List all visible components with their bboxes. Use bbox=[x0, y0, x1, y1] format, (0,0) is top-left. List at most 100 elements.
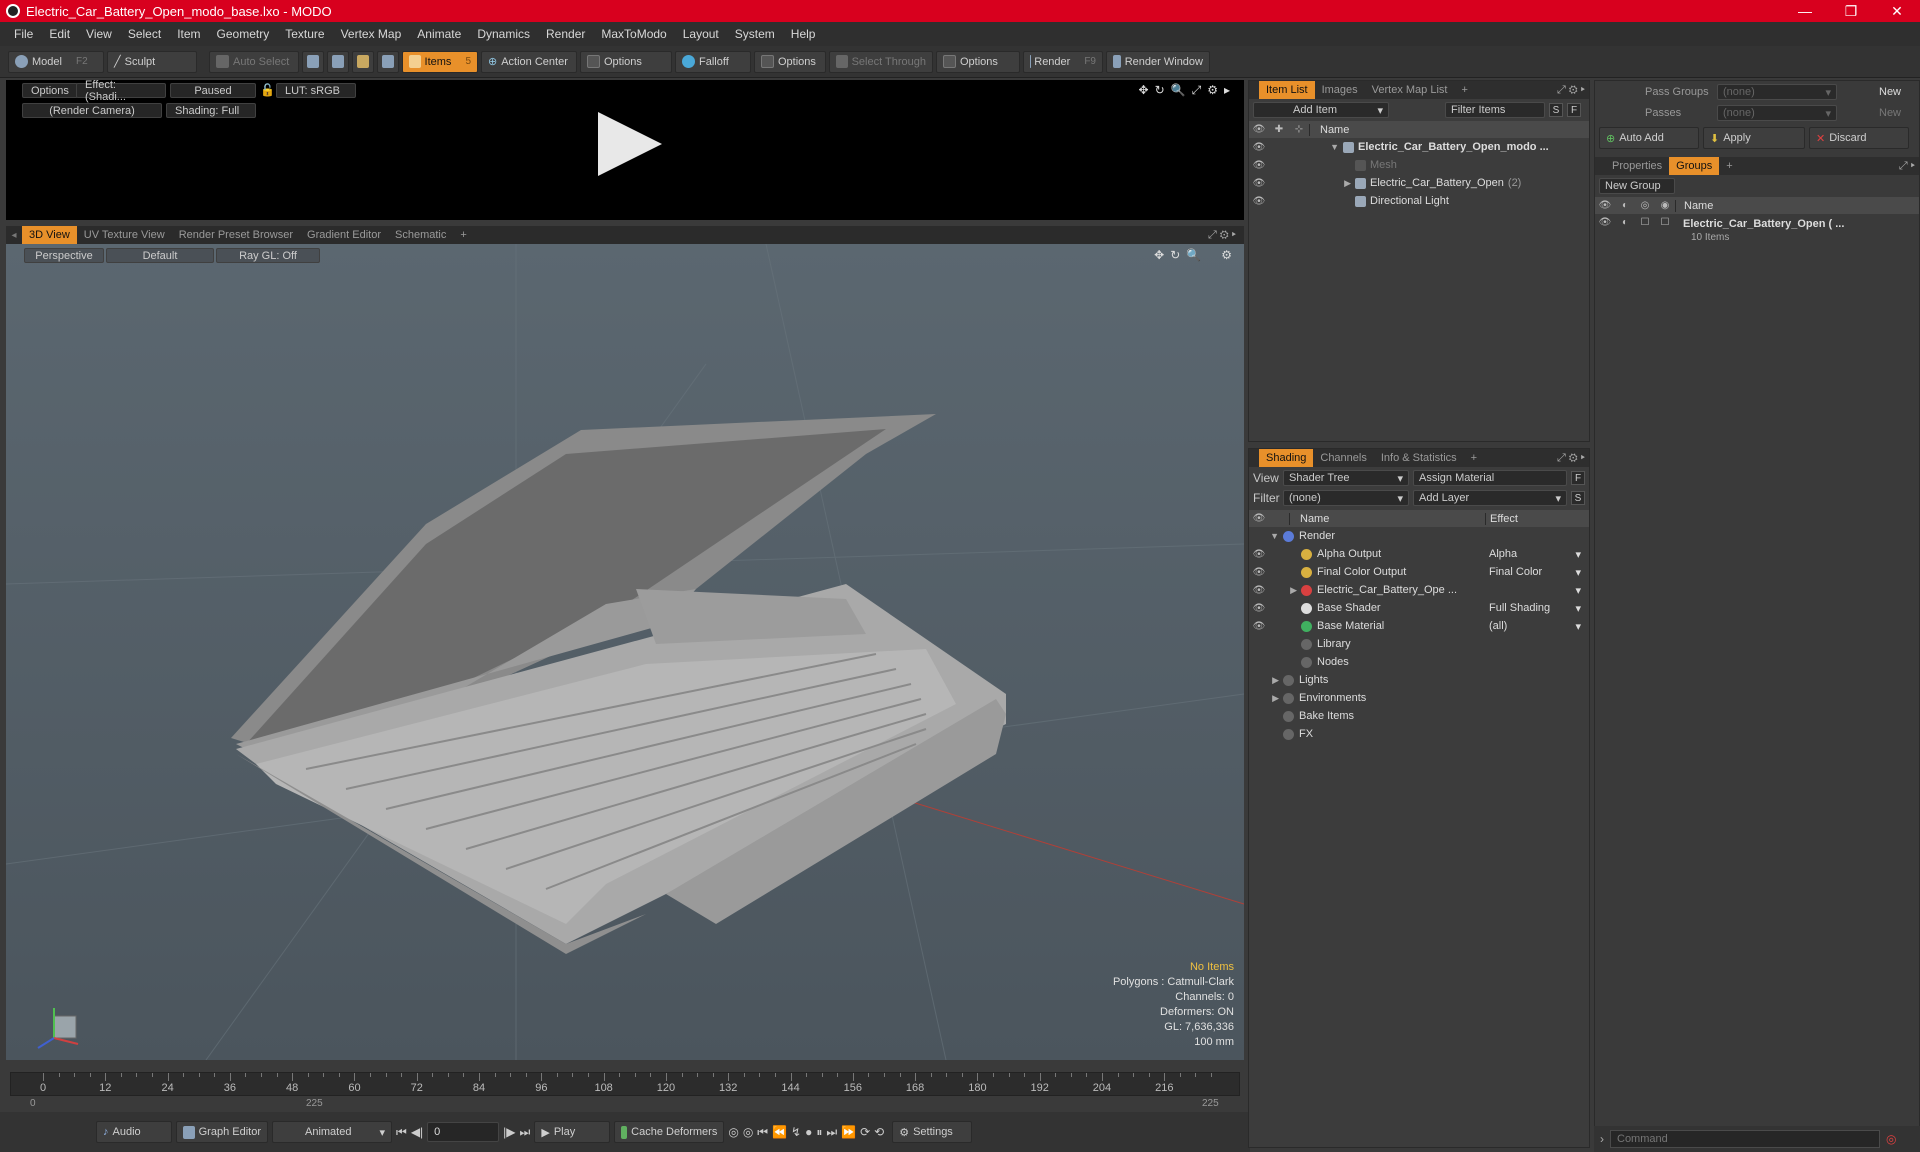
eye-icon[interactable]: 👁 bbox=[1249, 142, 1269, 153]
preview-options-button[interactable]: Options bbox=[22, 83, 78, 98]
menu-file[interactable]: File bbox=[6, 27, 41, 41]
sculpt-mode-button[interactable]: ╱ Sculpt bbox=[107, 50, 197, 73]
render-preview[interactable]: Options Effect: (Shadi... Paused 🔓 LUT: … bbox=[6, 79, 1244, 220]
menu-select[interactable]: Select bbox=[120, 27, 169, 41]
timeline[interactable]: 0 12 24 36 48 60 72 84 96 108 120 132 144 156 168 180 19… bbox=[6, 1068, 1244, 1112]
expand-arrow-icon[interactable]: ▶ bbox=[1269, 675, 1283, 686]
discard-button[interactable]: ✕ Discard bbox=[1809, 127, 1909, 149]
new-pass-group-button[interactable]: New bbox=[1879, 86, 1901, 98]
skip-end-icon[interactable]: ⏭ bbox=[520, 1125, 531, 1140]
shader-tree-row[interactable]: 👁 ▶ Electric_Car_Battery_Ope ... ▾ bbox=[1249, 581, 1589, 599]
render-camera-dropdown[interactable]: (Render Camera) bbox=[22, 103, 162, 118]
close-button[interactable]: ✕ bbox=[1874, 3, 1920, 20]
shader-tree-row[interactable]: ▼ Render bbox=[1249, 527, 1589, 545]
expand-icon[interactable]: ⤢ ⚙ ▸ bbox=[1557, 84, 1585, 97]
add-tab-button[interactable]: + bbox=[1719, 157, 1739, 175]
play-icon[interactable] bbox=[598, 112, 662, 176]
minimize-button[interactable]: — bbox=[1782, 3, 1828, 19]
tab-channels[interactable]: Channels bbox=[1313, 449, 1373, 467]
item-list-row[interactable]: 👁 Mesh bbox=[1249, 156, 1589, 174]
new-group-button[interactable]: New Group bbox=[1599, 178, 1675, 194]
materials-mode-button[interactable] bbox=[377, 50, 399, 73]
add-layer-dropdown[interactable]: Add Layer ▾ bbox=[1413, 490, 1567, 506]
command-input[interactable] bbox=[1610, 1130, 1880, 1148]
eye-icon[interactable]: 👁 bbox=[1249, 585, 1269, 596]
shader-tree-row[interactable]: 👁 Alpha Output Alpha ▾ bbox=[1249, 545, 1589, 563]
falloff-button[interactable]: Falloff bbox=[675, 50, 751, 73]
render-window-button[interactable]: Render Window bbox=[1106, 50, 1210, 73]
tab-gradient-editor[interactable]: Gradient Editor bbox=[300, 226, 388, 244]
maximize-icon[interactable]: ⤢ bbox=[1192, 83, 1202, 98]
add-tab-button[interactable]: + bbox=[453, 226, 473, 244]
tab-info-statistics[interactable]: Info & Statistics bbox=[1374, 449, 1464, 467]
cache-deformers-button[interactable]: Cache Deformers bbox=[614, 1121, 725, 1143]
menu-view[interactable]: View bbox=[78, 27, 120, 41]
menu-vertex-map[interactable]: Vertex Map bbox=[333, 27, 410, 41]
action-center-button[interactable]: ⊕ Action Center bbox=[481, 50, 577, 73]
eye-icon[interactable]: 👁 bbox=[1249, 178, 1269, 189]
frame-input[interactable]: 0 bbox=[427, 1122, 500, 1142]
graph-editor-button[interactable]: Graph Editor bbox=[176, 1121, 268, 1143]
select-through-options-button[interactable]: Options bbox=[936, 50, 1020, 73]
add-tab-button[interactable]: + bbox=[1464, 449, 1484, 467]
shader-tree-row[interactable]: 👁 Final Color Output Final Color ▾ bbox=[1249, 563, 1589, 581]
shader-tree-row[interactable]: ▶ Environments bbox=[1249, 689, 1589, 707]
tab-item-list[interactable]: Item List bbox=[1259, 81, 1315, 99]
eye-icon[interactable]: 👁 bbox=[1249, 160, 1269, 171]
eye-icon[interactable]: 👁 bbox=[1249, 603, 1269, 614]
item-list-row[interactable]: 👁 ▶ Electric_Car_Battery_Open (2) bbox=[1249, 174, 1589, 192]
auto-select-button[interactable]: Auto Select bbox=[209, 50, 299, 73]
menu-help[interactable]: Help bbox=[783, 27, 824, 41]
group-row[interactable]: 👁 ◐ ☐ ☐ Electric_Car_Battery_Open ( ... 10… bbox=[1595, 214, 1919, 243]
shader-tree-row[interactable]: 👁 Base Shader Full Shading ▾ bbox=[1249, 599, 1589, 617]
menu-render[interactable]: Render bbox=[538, 27, 593, 41]
vertices-mode-button[interactable] bbox=[302, 50, 324, 73]
lock-checkbox[interactable]: ☐ bbox=[1635, 217, 1655, 243]
menu-animate[interactable]: Animate bbox=[409, 27, 469, 41]
play-button[interactable]: ▶ Play bbox=[534, 1121, 611, 1143]
action-center-options-button[interactable]: Options bbox=[580, 50, 672, 73]
tab-images[interactable]: Images bbox=[1315, 81, 1365, 99]
zoom-icon[interactable]: 🔍 bbox=[1171, 83, 1186, 98]
stop-icon[interactable]: ◎ bbox=[1886, 1132, 1896, 1146]
tab-groups[interactable]: Groups bbox=[1669, 157, 1720, 175]
effect-dropdown[interactable]: (all) ▾ bbox=[1485, 620, 1581, 633]
effect-dropdown[interactable]: ▾ bbox=[1485, 584, 1581, 597]
menu-edit[interactable]: Edit bbox=[41, 27, 78, 41]
shader-tree-row[interactable]: FX bbox=[1249, 725, 1589, 743]
apply-button[interactable]: ⬇ Apply bbox=[1703, 127, 1805, 149]
expand-arrow-icon[interactable]: ▼ bbox=[1269, 531, 1283, 541]
effect-dropdown[interactable]: Final Color ▾ bbox=[1485, 566, 1581, 579]
expand-icon[interactable]: ⤢ ▸ bbox=[1899, 160, 1915, 173]
eye-icon[interactable]: 👁 bbox=[1249, 549, 1269, 560]
item-list-row[interactable]: 👁 ▼ Electric_Car_Battery_Open_modo ... bbox=[1249, 138, 1589, 156]
effect-dropdown[interactable]: Alpha ▾ bbox=[1485, 548, 1581, 561]
select-through-button[interactable]: Select Through bbox=[829, 50, 933, 73]
settings-button[interactable]: ⚙ Settings bbox=[892, 1121, 973, 1143]
preview-paused-toggle[interactable]: Paused bbox=[170, 83, 256, 98]
lock-icon[interactable]: 🔓 bbox=[260, 83, 275, 97]
items-mode-button[interactable]: Items 5 bbox=[402, 50, 478, 73]
new-pass-button[interactable]: New bbox=[1879, 107, 1901, 119]
expand-arrow-icon[interactable]: ▼ bbox=[1329, 142, 1343, 152]
eye-icon[interactable]: 👁 bbox=[1249, 567, 1269, 578]
auto-add-button[interactable]: ⊕ Auto Add bbox=[1599, 127, 1699, 149]
model-mode-button[interactable]: Model F2 bbox=[8, 50, 104, 73]
filter-items-input[interactable]: Filter Items bbox=[1445, 102, 1545, 118]
step-back-icon[interactable]: ◀| bbox=[411, 1125, 423, 1139]
assign-material-button[interactable]: Assign Material bbox=[1413, 470, 1567, 486]
lut-dropdown[interactable]: LUT: sRGB bbox=[276, 83, 356, 98]
gear-icon[interactable]: ⚙ bbox=[1207, 83, 1218, 98]
tab-vertex-map-list[interactable]: Vertex Map List bbox=[1365, 81, 1455, 99]
menu-system[interactable]: System bbox=[727, 27, 783, 41]
assign-f-button[interactable]: F bbox=[1571, 471, 1585, 485]
tab-render-preset-browser[interactable]: Render Preset Browser bbox=[172, 226, 300, 244]
tab-3d-view[interactable]: 3D View bbox=[22, 226, 77, 244]
view-dropdown[interactable]: Shader Tree ▾ bbox=[1283, 470, 1409, 486]
filter-s-button[interactable]: S bbox=[1549, 103, 1563, 117]
shading-dropdown[interactable]: Shading: Full bbox=[166, 103, 256, 118]
menu-dynamics[interactable]: Dynamics bbox=[469, 27, 538, 41]
animated-dropdown[interactable]: Animated ▾ bbox=[272, 1121, 392, 1143]
menu-texture[interactable]: Texture bbox=[277, 27, 332, 41]
shader-tree-row[interactable]: Bake Items bbox=[1249, 707, 1589, 725]
